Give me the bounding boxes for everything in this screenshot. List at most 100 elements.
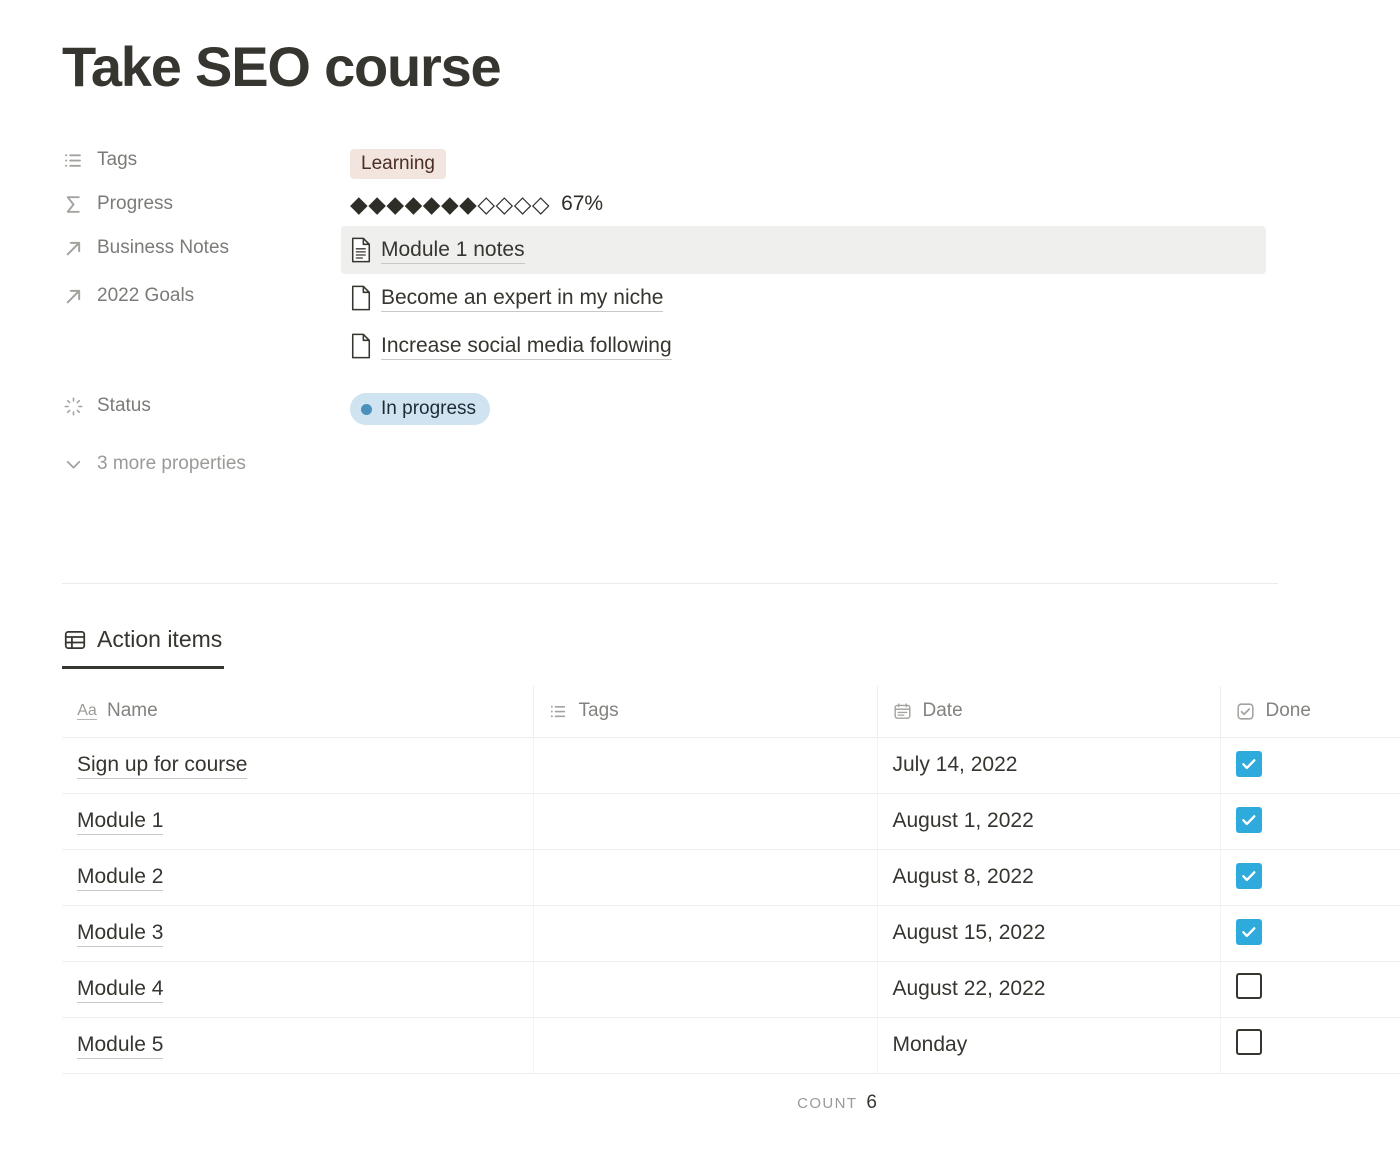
property-label-2022-goals[interactable]: 2022 Goals xyxy=(62,274,350,318)
column-header-label: Name xyxy=(107,700,158,722)
property-row-2022-goals: 2022 Goals Become an expert in my niche xyxy=(62,274,1278,370)
tab-label: Action items xyxy=(97,626,222,653)
table-row[interactable]: Module 3 August 15, 2022 xyxy=(62,905,1400,961)
property-value-progress[interactable]: ◆◆◆◆◆◆◆◇◇◇◇ 67% xyxy=(350,182,1278,226)
relation-item[interactable]: Module 1 notes xyxy=(341,226,1266,274)
column-header-label: Done xyxy=(1266,700,1311,722)
chevron-down-icon xyxy=(62,453,84,475)
aa-icon: Aa xyxy=(77,701,97,721)
cell-tags[interactable] xyxy=(533,961,877,1017)
cell-date[interactable]: Monday xyxy=(877,1017,1220,1073)
row-title-link[interactable]: Module 3 xyxy=(77,919,163,947)
column-header-name[interactable]: Aa Name xyxy=(62,686,533,737)
property-row-tags: Tags Learning xyxy=(62,138,1278,182)
tab-action-items[interactable]: Action items xyxy=(62,626,224,669)
cell-done[interactable] xyxy=(1220,1017,1400,1073)
relation-item[interactable]: Become an expert in my niche xyxy=(341,274,1266,322)
cell-done[interactable] xyxy=(1220,793,1400,849)
count-value: 6 xyxy=(866,1092,877,1114)
relation-item[interactable]: Increase social media following xyxy=(341,322,1266,370)
column-header-tags[interactable]: Tags xyxy=(533,686,877,737)
notion-page: Take SEO course Tags Learning xyxy=(0,0,1400,1150)
table-icon xyxy=(64,629,86,651)
cell-name[interactable]: Module 2 xyxy=(62,849,533,905)
row-title-link[interactable]: Sign up for course xyxy=(77,751,247,779)
status-badge[interactable]: In progress xyxy=(350,393,490,425)
property-value-status[interactable]: In progress xyxy=(350,384,1278,428)
row-title-link[interactable]: Module 2 xyxy=(77,863,163,891)
more-properties-label: 3 more properties xyxy=(97,453,246,475)
table-header-row: Aa Name Tags xyxy=(62,686,1400,737)
row-title-link[interactable]: Module 5 xyxy=(77,1031,163,1059)
status-dot-icon xyxy=(361,404,372,415)
section-divider xyxy=(62,583,1278,584)
done-checkbox[interactable] xyxy=(1236,751,1262,777)
cell-done[interactable] xyxy=(1220,737,1400,793)
tag-chip-learning[interactable]: Learning xyxy=(350,149,446,179)
done-checkbox[interactable] xyxy=(1236,919,1262,945)
view-tabs: Action items xyxy=(62,626,224,669)
cell-tags[interactable] xyxy=(533,905,877,961)
cell-name[interactable]: Module 1 xyxy=(62,793,533,849)
spinner-icon xyxy=(62,395,84,417)
property-name-2022-goals: 2022 Goals xyxy=(97,274,194,318)
property-value-2022-goals: Become an expert in my niche Increase so… xyxy=(350,274,1278,370)
table-row[interactable]: Module 5 Monday xyxy=(62,1017,1400,1073)
table-footer-count[interactable]: Count 6 xyxy=(62,1092,877,1114)
done-checkbox[interactable] xyxy=(1236,973,1262,999)
cell-done[interactable] xyxy=(1220,849,1400,905)
property-name-tags: Tags xyxy=(97,138,137,182)
cell-tags[interactable] xyxy=(533,737,877,793)
property-label-business-notes[interactable]: Business Notes xyxy=(62,226,350,270)
more-properties-toggle[interactable]: 3 more properties xyxy=(62,442,1278,486)
table-row[interactable]: Module 1 August 1, 2022 xyxy=(62,793,1400,849)
property-name-status: Status xyxy=(97,384,151,428)
property-value-tags[interactable]: Learning xyxy=(350,138,1278,182)
column-header-done[interactable]: Done xyxy=(1220,686,1400,737)
property-name-progress: Progress xyxy=(97,182,173,226)
cell-tags[interactable] xyxy=(533,849,877,905)
cell-date[interactable]: August 22, 2022 xyxy=(877,961,1220,1017)
property-row-progress: Progress ◆◆◆◆◆◆◆◇◇◇◇ 67% xyxy=(62,182,1278,226)
relation-item-label[interactable]: Increase social media following xyxy=(381,332,672,360)
table-row[interactable]: Module 4 August 22, 2022 xyxy=(62,961,1400,1017)
page-title[interactable]: Take SEO course xyxy=(62,34,501,100)
property-name-business-notes: Business Notes xyxy=(97,226,229,270)
cell-date[interactable]: August 8, 2022 xyxy=(877,849,1220,905)
list-icon xyxy=(549,701,569,721)
status-label: In progress xyxy=(381,398,476,420)
done-checkbox[interactable] xyxy=(1236,863,1262,889)
table-row[interactable]: Module 2 August 8, 2022 xyxy=(62,849,1400,905)
row-title-link[interactable]: Module 1 xyxy=(77,807,163,835)
cell-name[interactable]: Module 5 xyxy=(62,1017,533,1073)
relation-item-label[interactable]: Become an expert in my niche xyxy=(381,284,663,312)
cell-date[interactable]: July 14, 2022 xyxy=(877,737,1220,793)
property-label-status[interactable]: Status xyxy=(62,384,350,428)
arrow-up-right-icon xyxy=(62,285,84,307)
cell-date[interactable]: August 1, 2022 xyxy=(877,793,1220,849)
cell-name[interactable]: Sign up for course xyxy=(62,737,533,793)
cell-name[interactable]: Module 3 xyxy=(62,905,533,961)
progress-diamonds: ◆◆◆◆◆◆◆◇◇◇◇ xyxy=(350,191,550,218)
cell-date[interactable]: August 15, 2022 xyxy=(877,905,1220,961)
cell-done[interactable] xyxy=(1220,905,1400,961)
row-title-link[interactable]: Module 4 xyxy=(77,975,163,1003)
cell-done[interactable] xyxy=(1220,961,1400,1017)
done-checkbox[interactable] xyxy=(1236,807,1262,833)
property-list: Tags Learning Progress ◆◆◆◆◆◆◆◇◇◇◇ 67% xyxy=(62,138,1278,486)
cell-name[interactable]: Module 4 xyxy=(62,961,533,1017)
cell-tags[interactable] xyxy=(533,1017,877,1073)
column-header-date[interactable]: Date xyxy=(877,686,1220,737)
document-blank-icon xyxy=(350,333,372,359)
table-row[interactable]: Sign up for course July 14, 2022 xyxy=(62,737,1400,793)
sigma-icon xyxy=(62,193,84,215)
done-checkbox[interactable] xyxy=(1236,1029,1262,1055)
count-label: Count xyxy=(797,1095,857,1112)
cell-tags[interactable] xyxy=(533,793,877,849)
checkbox-icon xyxy=(1236,701,1256,721)
action-items-table: Aa Name Tags xyxy=(62,686,1400,1074)
column-header-label: Tags xyxy=(579,700,619,722)
property-label-progress[interactable]: Progress xyxy=(62,182,350,226)
relation-item-label[interactable]: Module 1 notes xyxy=(381,236,525,264)
property-label-tags[interactable]: Tags xyxy=(62,138,350,182)
